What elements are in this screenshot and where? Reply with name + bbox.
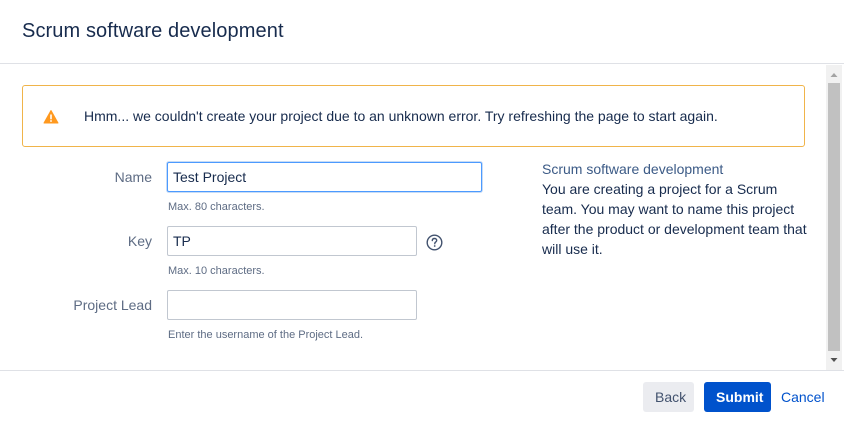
name-help-text: Max. 80 characters. (168, 201, 265, 213)
project-name-input[interactable] (167, 162, 482, 192)
question-circle-icon[interactable] (426, 234, 443, 251)
template-info-description: You are creating a project for a Scrum t… (542, 181, 807, 257)
scroll-down-arrow-icon[interactable] (826, 352, 842, 368)
key-label: Key (127, 233, 152, 249)
error-message-text: Hmm... we couldn't create your project d… (84, 108, 718, 124)
dialog-footer: Back Submit Cancel (0, 370, 844, 423)
warning-triangle-icon (43, 110, 59, 124)
name-label: Name (114, 169, 152, 185)
template-info-title: Scrum software development (542, 161, 724, 177)
project-lead-label: Project Lead (73, 297, 152, 313)
dialog-body: Hmm... we couldn't create your project d… (0, 65, 844, 370)
scroll-up-arrow-icon[interactable] (826, 67, 842, 83)
key-help-text: Max. 10 characters. (168, 265, 265, 277)
project-lead-input[interactable] (167, 290, 417, 320)
error-message-banner: Hmm... we couldn't create your project d… (22, 85, 805, 147)
scrollbar-thumb[interactable] (828, 83, 840, 351)
dialog-title: Scrum software development (22, 20, 284, 42)
dialog-header: Scrum software development (0, 0, 844, 64)
template-info-panel: Scrum software development You are creat… (542, 159, 812, 259)
project-key-input[interactable] (167, 226, 417, 256)
back-button[interactable]: Back (643, 382, 694, 412)
create-project-dialog: Scrum software development Hmm... we cou… (0, 0, 844, 423)
cancel-button[interactable]: Cancel (776, 382, 828, 412)
project-lead-help-text: Enter the username of the Project Lead. (168, 329, 364, 341)
dialog-scrollbar[interactable] (826, 65, 842, 370)
submit-button[interactable]: Submit (704, 382, 771, 412)
